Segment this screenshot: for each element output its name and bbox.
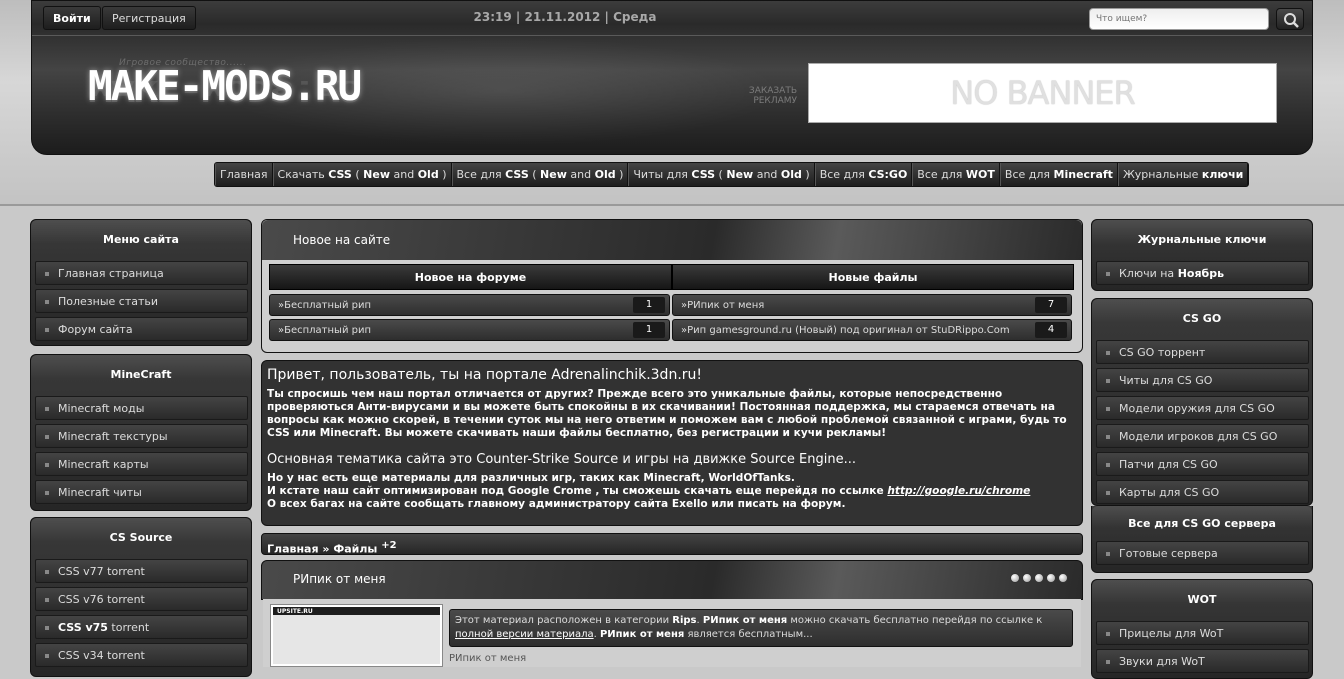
forum-row[interactable]: »Бесплатный рип 1 [269,294,670,316]
entry-header: РИпик от меня [261,560,1083,600]
sidebar-item-home[interactable]: Главная страница [35,261,248,285]
file-row[interactable]: »РИпик от меня 7 [672,294,1072,316]
csgo-title: CS GO [1092,299,1312,339]
entry-category[interactable]: Rips [672,615,696,626]
rating-dot[interactable] [1046,573,1056,583]
nav-all-for-css[interactable]: Все для CSS ( New and Old ) [451,163,629,186]
rating-dot[interactable] [1022,573,1032,583]
menu-panel: Меню сайта Главная страница Полезные ста… [30,219,252,346]
sidebar-item-forum[interactable]: Форум сайта [35,317,248,341]
nav-home[interactable]: Главная [215,163,273,186]
sidebar-item-csgo-cheats[interactable]: Читы для CS GO [1096,368,1309,392]
sidebar-item-css-v34[interactable]: CSS v34 torrent [35,643,248,667]
search-input[interactable] [1089,8,1269,30]
login-button[interactable]: Войти [43,6,101,30]
download-count: 4 [1035,322,1067,338]
sidebar-item-csgo-weapon-models[interactable]: Модели оружия для CS GO [1096,396,1309,420]
sidebar-item-articles[interactable]: Полезные статьи [35,289,248,313]
rating-dot[interactable] [1010,573,1020,583]
chrome-link[interactable]: http://google.ru/chrome [887,485,1030,497]
sidebar-item-minecraft-mods[interactable]: Minecraft моды [35,396,248,420]
breadcrumb-badge: +2 [381,540,397,551]
sidebar-item-css-v77[interactable]: CSS v77 torrent [35,559,248,583]
download-count: 7 [1035,297,1067,313]
sidebar-item-csgo-patches[interactable]: Патчи для CS GO [1096,452,1309,476]
order-ad-link[interactable]: ЗАКАЗАТЬ РЕКЛАМУ [722,86,797,106]
datetime: 23:19 | 21.11.2012 | Среда [473,10,657,24]
thumbnail-image: UPSITE.RU [273,607,440,664]
entry-thumbnail[interactable]: UPSITE.RU [270,604,443,667]
breadcrumb: Главная » Файлы +2 [261,533,1083,556]
nav-keys[interactable]: Журнальные ключи [1117,163,1249,186]
sidebar-item-minecraft-textures[interactable]: Minecraft текстуры [35,424,248,448]
nav-csgo[interactable]: Все для CS:GO [814,163,913,186]
nav-cheats-css[interactable]: Читы для CSS ( New and Old ) [628,163,815,186]
sidebar-item-csgo-torrent[interactable]: CS GO торрент [1096,340,1309,364]
rating-dot[interactable] [1058,573,1068,583]
nav-download-css[interactable]: Скачать CSS ( New and Old ) [272,163,452,186]
sidebar-item-csgo-maps[interactable]: Карты для CS GO [1096,480,1309,504]
register-button[interactable]: Регистрация [102,6,196,30]
entry-title[interactable]: РИпик от меня [293,572,386,586]
sidebar-item-minecraft-maps[interactable]: Minecraft карты [35,452,248,476]
sidebar-item-csgo-player-models[interactable]: Модели игроков для CS GO [1096,424,1309,448]
nav-minecraft[interactable]: Все для Minecraft [999,163,1118,186]
wot-panel: WOT Прицелы для WoT Звуки для WoT [1091,579,1313,679]
header-divider [32,35,1312,36]
welcome-line-2: И кстате наш сайт оптимизирован под Goog… [267,485,1031,497]
forum-row[interactable]: »Бесплатный рип 1 [269,319,670,341]
keys-panel: Журнальные ключи Ключи на Ноябрь [1091,219,1313,291]
menu-title: Меню сайта [31,220,251,260]
sidebar-item-wot-scopes[interactable]: Прицелы для WoT [1096,621,1309,645]
entry-footer: РИпик от меня [449,653,527,664]
csgo-panel: CS GO CS GO торрент Читы для CS GO Модел… [1091,298,1313,506]
files-header: Новые файлы [672,264,1074,290]
welcome-panel: Привет, пользователь, ты на портале Adre… [261,360,1083,526]
sidebar-item-minecraft-cheats[interactable]: Minecraft читы [35,480,248,504]
main-nav: Главная Скачать CSS ( New and Old ) Все … [214,162,1250,187]
divider [0,204,1344,206]
nav-wot[interactable]: Все для WOT [912,163,1000,186]
minecraft-panel: MineCraft Minecraft моды Minecraft текст… [30,354,252,511]
entry-description: Этот материал расположен в категории Rip… [449,609,1073,647]
css-title: CS Source [31,518,251,558]
welcome-subheading: Основная тематика сайта это Counter-Stri… [267,452,856,467]
search-icon [1284,13,1299,28]
breadcrumb-files[interactable]: Файлы [333,543,377,556]
breadcrumb-home[interactable]: Главная [267,543,319,556]
welcome-text: Ты спросишь чем наш портал отличается от… [267,388,1067,439]
sidebar-item-keys-november[interactable]: Ключи на Ноябрь [1096,261,1309,285]
welcome-heading: Привет, пользователь, ты на портале Adre… [267,367,703,383]
ad-banner[interactable]: NO BANNER [808,63,1277,123]
reply-count: 1 [633,297,665,313]
csgo-server-title: Все для CS GO сервера [1092,506,1312,542]
csgo-server-panel: Все для CS GO сервера Готовые сервера [1091,506,1313,573]
rating-stars[interactable] [1010,573,1068,583]
banner-text: NO BANNER [950,74,1135,112]
sidebar-item-css-v75[interactable]: CSS v75 torrent [35,615,248,639]
rating-dot[interactable] [1034,573,1044,583]
news-title: Новое на сайте [293,233,391,247]
sidebar-item-wot-sounds[interactable]: Звуки для WoT [1096,649,1309,673]
sidebar-item-csgo-servers[interactable]: Готовые сервера [1096,541,1309,565]
keys-title: Журнальные ключи [1092,220,1312,260]
thumbnail-logo: UPSITE.RU [277,608,313,615]
forum-header: Новое на форуме [269,264,672,290]
sidebar-item-css-v76[interactable]: CSS v76 torrent [35,587,248,611]
css-panel: CS Source CSS v77 torrent CSS v76 torren… [30,517,252,677]
reply-count: 1 [633,322,665,338]
minecraft-title: MineCraft [31,355,251,395]
full-version-link[interactable]: полной версии материала [455,629,594,640]
site-logo[interactable]: MAKE-MODS.RU [88,62,362,110]
wot-title: WOT [1092,580,1312,620]
search-button[interactable] [1276,8,1304,30]
file-row[interactable]: »Рип gamesground.ru (Новый) под оригинал… [672,319,1072,341]
welcome-line-3: О всех багах на сайте сообщать главному … [267,498,846,510]
welcome-line-1: Но у нас есть еще материалы для различны… [267,472,795,484]
